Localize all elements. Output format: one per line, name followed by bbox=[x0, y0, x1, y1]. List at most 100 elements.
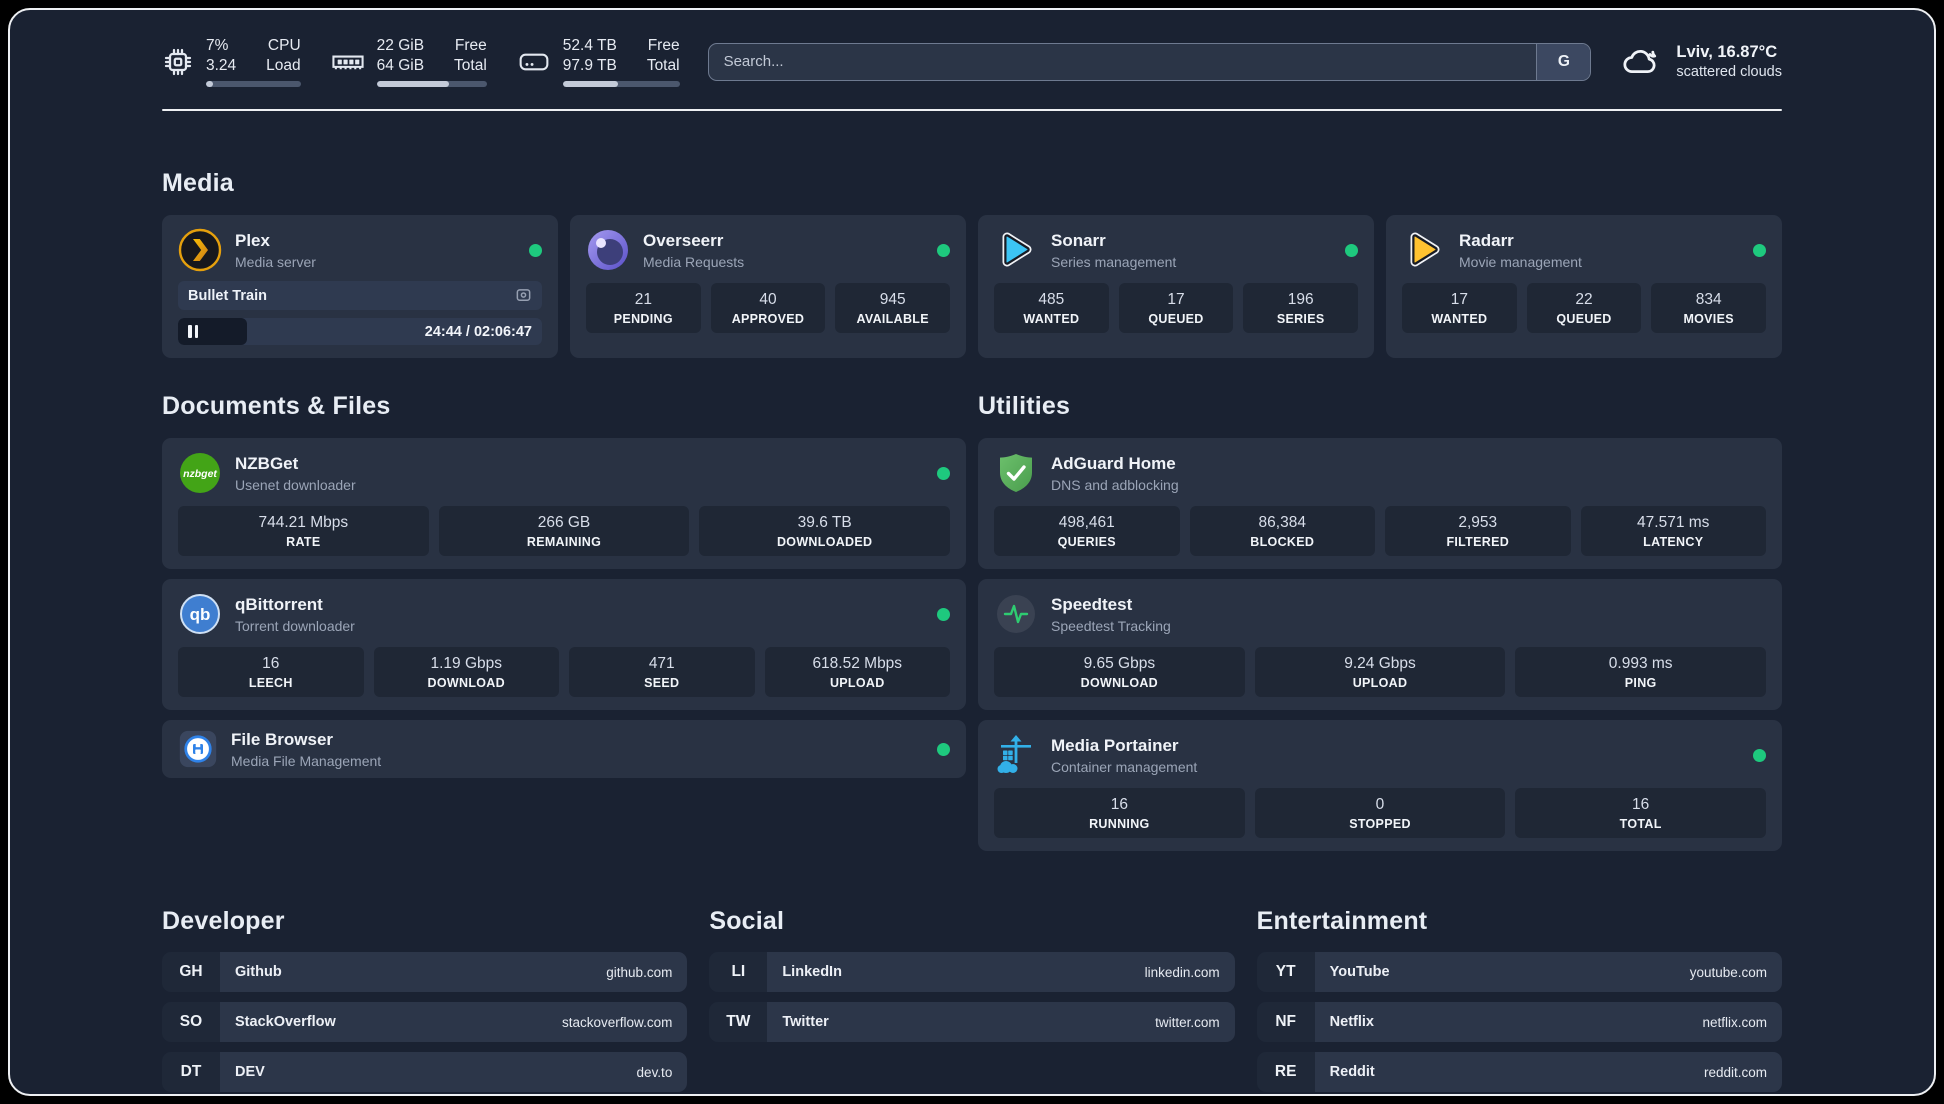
filebrowser-card[interactable]: File Browser Media File Management bbox=[162, 720, 966, 779]
bookmark-url: github.com bbox=[606, 964, 673, 980]
app-subtitle: Movie management bbox=[1459, 253, 1582, 270]
overseerr-card[interactable]: Overseerr Media Requests 21 PENDING 40 APP… bbox=[570, 215, 966, 359]
weather-widget: Lviv, 16.87°C scattered clouds bbox=[1619, 40, 1782, 84]
bookmark-badge: TW bbox=[709, 1002, 768, 1043]
dashboard: 7% 3.24 CPU Load 22 GiB 64 GiB Free Tota… bbox=[8, 8, 1936, 1096]
stat-tile: 16 TOTAL bbox=[1515, 788, 1766, 839]
adguard-card[interactable]: AdGuard Home DNS and adblocking 498,461 Q… bbox=[978, 438, 1782, 570]
bookmark-linkedin[interactable]: LI LinkedIn linkedin.com bbox=[709, 952, 1235, 993]
status-dot bbox=[529, 243, 542, 257]
search-input[interactable] bbox=[708, 43, 1537, 80]
stat-tile: 17 WANTED bbox=[1402, 283, 1517, 334]
storage-values: 52.4 TB 97.9 TB bbox=[562, 37, 617, 75]
bookmark-url: youtube.com bbox=[1689, 964, 1767, 980]
section-title-developer: Developer bbox=[162, 907, 285, 936]
bookmark-url: stackoverflow.com bbox=[562, 1014, 673, 1030]
bookmark-badge: GH bbox=[162, 952, 220, 993]
bookmark-badge: NF bbox=[1256, 1002, 1315, 1043]
top-bar: 7% 3.24 CPU Load 22 GiB 64 GiB Free Tota… bbox=[162, 36, 1782, 88]
stat-tile: 744.21 Mbps RATE bbox=[178, 506, 429, 557]
bookmark-badge: DT bbox=[162, 1052, 220, 1093]
stat-tile: 266 GB REMAINING bbox=[438, 506, 690, 557]
app-name: Overseerr bbox=[643, 230, 724, 250]
status-dot bbox=[937, 243, 950, 257]
documents-section: Documents & Files nzbget NZBGet Usenet d… bbox=[162, 392, 966, 779]
stat-tile: 9.24 Gbps UPLOAD bbox=[1254, 647, 1506, 698]
app-subtitle: Speedtest Tracking bbox=[1051, 617, 1171, 634]
bookmark-dev[interactable]: DT DEV dev.to bbox=[162, 1052, 688, 1093]
bookmark-badge: LI bbox=[709, 952, 768, 993]
stat-tile: 618.52 Mbps UPLOAD bbox=[764, 647, 950, 698]
social-section: Social LI LinkedIn linkedin.com TW Twitt… bbox=[709, 907, 1235, 1092]
bookmark-name: DEV bbox=[235, 1064, 265, 1081]
stat-tile: 16 RUNNING bbox=[994, 788, 1245, 839]
qbittorrent-card[interactable]: qb qBittorrent Torrent downloader 16 LEE… bbox=[162, 579, 966, 711]
qbittorrent-icon: qb bbox=[178, 592, 222, 636]
bookmark-url: reddit.com bbox=[1703, 1064, 1767, 1080]
cpu-icon bbox=[162, 46, 194, 78]
bookmark-reddit[interactable]: RE Reddit reddit.com bbox=[1256, 1052, 1782, 1093]
storage-stat: 52.4 TB 97.9 TB Free Total bbox=[517, 36, 680, 88]
app-subtitle: Container management bbox=[1051, 758, 1198, 775]
system-stats: 7% 3.24 CPU Load 22 GiB 64 GiB Free Tota… bbox=[162, 36, 680, 88]
app-name: Media Portainer bbox=[1051, 735, 1179, 755]
sonarr-icon bbox=[994, 228, 1038, 272]
cpu-progress-bar bbox=[206, 81, 301, 88]
stat-tile: 0 STOPPED bbox=[1254, 788, 1506, 839]
bookmark-badge: SO bbox=[162, 1002, 220, 1043]
status-dot bbox=[937, 742, 950, 756]
stat-tile: 2,953 FILTERED bbox=[1385, 506, 1571, 557]
stat-tile: 471 SEED bbox=[569, 647, 755, 698]
section-title-documents: Documents & Files bbox=[162, 392, 391, 421]
bookmark-netflix[interactable]: NF Netflix netflix.com bbox=[1256, 1002, 1782, 1043]
status-dot bbox=[1345, 243, 1358, 257]
filebrowser-icon bbox=[178, 729, 218, 769]
bookmark-name: StackOverflow bbox=[235, 1014, 336, 1031]
bookmark-url: linkedin.com bbox=[1144, 964, 1220, 980]
cpu-stat: 7% 3.24 CPU Load bbox=[162, 36, 301, 88]
plex-card[interactable]: Plex Media server Bullet Train 24:44 / 0… bbox=[162, 215, 558, 359]
search-engine-button[interactable]: G bbox=[1536, 43, 1591, 80]
now-playing-title: Bullet Train bbox=[188, 287, 267, 304]
overseerr-icon bbox=[586, 228, 630, 272]
radarr-card[interactable]: Radarr Movie management 17 WANTED 22 QUEUE… bbox=[1386, 215, 1782, 359]
portainer-icon bbox=[994, 733, 1038, 777]
stat-tile: 945 AVAILABLE bbox=[835, 283, 950, 334]
bookmark-name: Github bbox=[235, 964, 282, 981]
nzbget-icon: nzbget bbox=[178, 451, 222, 495]
stat-tile: 86,384 BLOCKED bbox=[1189, 506, 1375, 557]
pause-icon[interactable] bbox=[188, 325, 198, 339]
memory-icon bbox=[331, 45, 365, 79]
bookmark-github[interactable]: GH Github github.com bbox=[162, 952, 688, 993]
adguard-icon bbox=[994, 451, 1038, 495]
app-subtitle: Media Requests bbox=[643, 253, 745, 270]
playback-progress-bar[interactable]: 24:44 / 02:06:47 bbox=[178, 318, 542, 346]
bookmark-twitter[interactable]: TW Twitter twitter.com bbox=[709, 1002, 1235, 1043]
svg-text:qb: qb bbox=[190, 605, 211, 624]
app-name: Sonarr bbox=[1051, 230, 1106, 250]
bookmark-stackoverflow[interactable]: SO StackOverflow stackoverflow.com bbox=[162, 1002, 688, 1043]
app-subtitle: Series management bbox=[1051, 253, 1177, 270]
sonarr-card[interactable]: Sonarr Series management 485 WANTED 17 QUE… bbox=[978, 215, 1374, 359]
bookmark-url: netflix.com bbox=[1702, 1014, 1767, 1030]
section-title-social: Social bbox=[709, 907, 785, 936]
stat-tile: 39.6 TB DOWNLOADED bbox=[699, 506, 950, 557]
memory-values: 22 GiB 64 GiB bbox=[376, 37, 425, 75]
nzbget-card[interactable]: nzbget NZBGet Usenet downloader 744.21 M… bbox=[162, 438, 966, 570]
bookmark-name: LinkedIn bbox=[782, 964, 842, 981]
storage-icon bbox=[517, 45, 551, 79]
stat-tile: 40 APPROVED bbox=[710, 283, 826, 334]
bookmark-badge: RE bbox=[1256, 1052, 1315, 1093]
stat-tile: 47.571 ms LATENCY bbox=[1580, 506, 1766, 557]
now-playing-row: Bullet Train bbox=[178, 281, 542, 311]
media-section: Media Plex Media server Bullet Train 24:… bbox=[162, 169, 1782, 359]
speedtest-card[interactable]: Speedtest Speedtest Tracking 9.65 Gbps DO… bbox=[978, 579, 1782, 711]
section-title-media: Media bbox=[162, 169, 234, 198]
storage-progress-bar bbox=[562, 81, 680, 88]
bookmark-youtube[interactable]: YT YouTube youtube.com bbox=[1256, 952, 1782, 993]
app-name: qBittorrent bbox=[235, 594, 323, 614]
app-subtitle: Media File Management bbox=[231, 752, 382, 769]
portainer-card[interactable]: Media Portainer Container management 16 R… bbox=[978, 720, 1782, 852]
app-name: File Browser bbox=[231, 729, 334, 749]
bookmark-name: Twitter bbox=[782, 1014, 829, 1031]
